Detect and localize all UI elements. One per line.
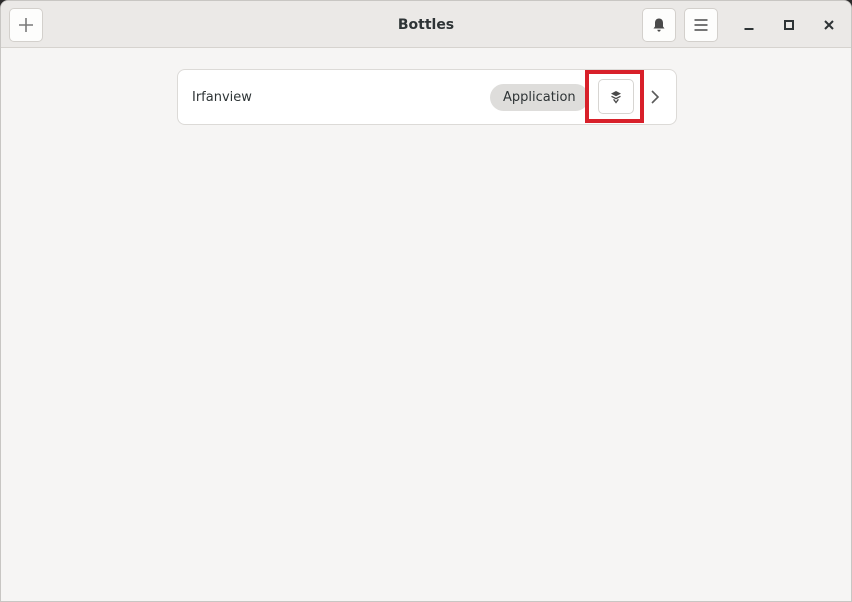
close-icon: [824, 20, 834, 30]
plus-icon: [19, 18, 33, 32]
bell-icon: [653, 18, 665, 32]
chevron-right-icon: [651, 90, 660, 104]
minimize-icon: [744, 28, 754, 30]
hamburger-menu-icon: [694, 19, 708, 31]
bottle-name: Irfanview: [192, 89, 252, 105]
bottles-window: Bottles Irfanview Application: [0, 0, 852, 602]
bottle-details-chevron[interactable]: [646, 85, 664, 109]
layers-run-icon: [611, 90, 621, 104]
main-menu-button[interactable]: [684, 8, 718, 42]
maximize-button[interactable]: [776, 12, 802, 38]
maximize-icon: [784, 20, 794, 30]
headerbar: Bottles: [1, 1, 851, 48]
close-button[interactable]: [816, 12, 842, 38]
window-title: Bottles: [397, 16, 455, 33]
add-bottle-button[interactable]: [9, 8, 43, 42]
notifications-button[interactable]: [642, 8, 676, 42]
environment-badge: Application: [490, 84, 589, 111]
minimize-button[interactable]: [736, 12, 762, 38]
run-executable-button[interactable]: [598, 79, 634, 114]
